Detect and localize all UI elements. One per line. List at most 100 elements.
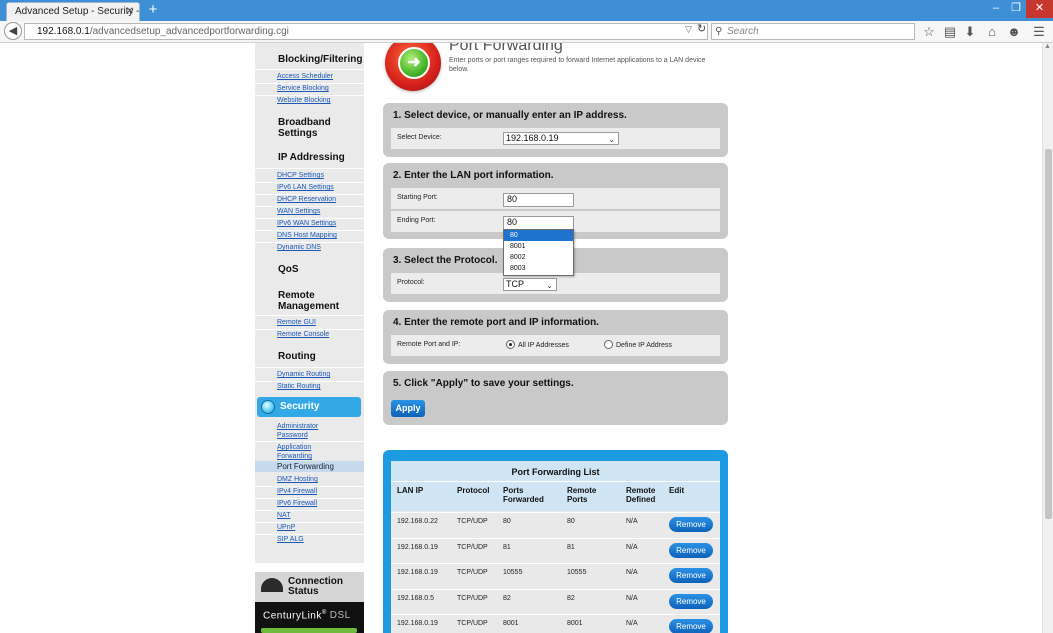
- column-header-protocol: Protocol: [457, 486, 490, 495]
- url-dropdown-icon[interactable]: ▽: [685, 24, 692, 35]
- remove-button[interactable]: Remove: [669, 542, 713, 558]
- protocol-dropdown[interactable]: TCP ⌄: [503, 278, 557, 291]
- column-header-edit: Edit: [669, 486, 685, 495]
- home-icon[interactable]: ⌂: [984, 24, 1000, 40]
- sidebar-heading-security[interactable]: Security: [257, 397, 361, 417]
- step-4-title: 4. Enter the remote port and IP informat…: [393, 317, 599, 328]
- brand-name-text: CenturyLink: [263, 610, 322, 622]
- sidebar-link-dmz-hosting[interactable]: DMZ Hosting: [277, 475, 361, 484]
- table-row: 192.168.0.19 TCP/UDP 8001 8001 N/A Remove: [391, 614, 720, 633]
- new-tab-icon[interactable]: +: [146, 1, 160, 19]
- cell-remote-ports: 10555: [567, 569, 587, 576]
- sidebar-link-port-forwarding[interactable]: Port Forwarding: [255, 461, 364, 472]
- sidebar-link-access-scheduler[interactable]: Access Scheduler: [277, 72, 361, 81]
- tab-close-icon[interactable]: ✕: [126, 3, 134, 20]
- search-input[interactable]: ⚲ Search: [711, 23, 915, 40]
- sidebar-link-dynamic-dns[interactable]: Dynamic DNS: [277, 243, 361, 252]
- suggestion-item[interactable]: 8002: [504, 252, 573, 263]
- ending-port-input[interactable]: 80: [503, 216, 574, 230]
- divider: [255, 441, 364, 442]
- back-icon[interactable]: ◀: [4, 22, 22, 40]
- sidebar-heading-qos: QoS: [278, 264, 299, 275]
- chat-icon[interactable]: ☻: [1006, 24, 1022, 40]
- sidebar-link-nat[interactable]: NAT: [277, 511, 361, 520]
- all-ip-radio[interactable]: [506, 340, 515, 349]
- select-device-dropdown[interactable]: 192.168.0.19 ⌄: [503, 132, 619, 145]
- cell-remote-ports: 8001: [567, 620, 583, 627]
- scroll-thumb[interactable]: [1045, 149, 1052, 519]
- step-1-title: 1. Select device, or manually enter an I…: [393, 110, 627, 121]
- cell-remote-ports: 80: [567, 518, 575, 525]
- cell-remote-defined: N/A: [626, 569, 638, 576]
- chevron-down-icon: ⌄: [608, 135, 615, 144]
- search-placeholder: Search: [727, 26, 759, 37]
- table-row: 192.168.0.5 TCP/UDP 82 82 N/A Remove: [391, 588, 720, 614]
- apply-button[interactable]: Apply: [391, 400, 425, 417]
- sidebar-link-ipv4-firewall[interactable]: IPv4 Firewall: [277, 487, 361, 496]
- sidebar-link-administrator-password[interactable]: Administrator Password: [277, 422, 361, 440]
- starting-port-input[interactable]: 80: [503, 193, 574, 207]
- connection-status-panel[interactable]: Connection Status CenturyLink® DSL: [255, 572, 364, 633]
- step-5-title: 5. Click "Apply" to save your settings.: [393, 378, 574, 389]
- cell-lan-ip: 192.168.0.19: [397, 543, 438, 551]
- download-icon[interactable]: ⬇: [962, 24, 978, 40]
- bookmark-star-icon[interactable]: ☆: [921, 24, 937, 40]
- select-device-value: 192.168.0.19: [506, 133, 559, 143]
- sidebar-link-dynamic-routing[interactable]: Dynamic Routing: [277, 370, 361, 379]
- cell-lan-ip: 192.168.0.19: [397, 620, 438, 627]
- scroll-up-icon[interactable]: ▲: [1044, 43, 1051, 50]
- sidebar-link-dhcp-reservation[interactable]: DHCP Reservation: [277, 195, 361, 204]
- address-bar[interactable]: 192.168.0.1/advancedsetup_advancedportfo…: [24, 23, 708, 40]
- brand-logo: CenturyLink® DSL: [255, 602, 364, 633]
- page-title: Port Forwarding: [449, 43, 563, 54]
- cell-remote-defined: N/A: [626, 543, 638, 551]
- tab-title: Advanced Setup - Security - Ad...: [15, 6, 140, 17]
- suggestion-item[interactable]: 8001: [504, 241, 573, 252]
- starting-port-label: Starting Port:: [397, 194, 438, 201]
- remove-button[interactable]: Remove: [669, 517, 713, 532]
- menu-icon[interactable]: ☰: [1031, 24, 1047, 40]
- page-content: Blocking/Filtering Access Scheduler Serv…: [0, 43, 1053, 633]
- sidebar-link-dhcp-settings[interactable]: DHCP Settings: [277, 171, 361, 180]
- sidebar-link-remote-console[interactable]: Remote Console: [277, 330, 361, 339]
- step-1-panel: 1. Select device, or manually enter an I…: [383, 103, 728, 157]
- sidebar-link-website-blocking[interactable]: Website Blocking: [277, 96, 361, 105]
- remove-button[interactable]: Remove: [669, 593, 713, 609]
- ending-port-label: Ending Port:: [397, 217, 436, 224]
- sidebar-link-wan-settings[interactable]: WAN Settings: [277, 207, 361, 216]
- cell-remote-defined: N/A: [626, 594, 638, 602]
- sidebar-link-service-blocking[interactable]: Service Blocking: [277, 84, 361, 93]
- bookmarks-list-icon[interactable]: ▤: [942, 24, 958, 40]
- cell-protocol: TCP/UDP: [457, 594, 488, 602]
- arrow-icon: ➜: [398, 47, 430, 79]
- page-scrollbar[interactable]: ▲: [1042, 43, 1053, 633]
- suggestion-item[interactable]: 80: [504, 230, 573, 241]
- cell-protocol: TCP/UDP: [457, 620, 488, 627]
- maximize-icon[interactable]: ❐: [1006, 0, 1026, 18]
- reload-icon[interactable]: ↻: [697, 22, 706, 35]
- protocol-value: TCP: [506, 279, 524, 289]
- sidebar-link-upnp[interactable]: UPnP: [277, 523, 361, 532]
- sidebar-link-sip-alg[interactable]: SIP ALG: [277, 535, 361, 544]
- define-ip-radio[interactable]: [604, 340, 613, 349]
- sidebar-link-remote-gui[interactable]: Remote GUI: [277, 318, 361, 327]
- cell-remote-defined: N/A: [626, 518, 638, 525]
- sidebar-link-static-routing[interactable]: Static Routing: [277, 382, 361, 391]
- close-window-icon[interactable]: ✕: [1026, 0, 1053, 18]
- suggestion-item[interactable]: 8003: [504, 263, 573, 274]
- sidebar-link-dns-host-mapping[interactable]: DNS Host Mapping: [277, 231, 361, 240]
- sidebar-link-ipv6-wan-settings[interactable]: IPv6 WAN Settings: [277, 219, 361, 228]
- app-line-1: Application: [277, 444, 312, 451]
- remove-button[interactable]: Remove: [669, 619, 713, 633]
- cell-lan-ip: 192.168.0.19: [397, 569, 438, 576]
- globe-icon: [261, 400, 275, 414]
- minimize-icon[interactable]: –: [986, 0, 1006, 18]
- sidebar-link-ipv6-firewall[interactable]: IPv6 Firewall: [277, 499, 361, 508]
- sidebar-link-application-forwarding[interactable]: Application Forwarding: [277, 443, 361, 461]
- remove-button[interactable]: Remove: [669, 568, 713, 583]
- sidebar-link-ipv6-lan-settings[interactable]: IPv6 LAN Settings: [277, 183, 361, 192]
- table-row: 192.168.0.22 TCP/UDP 80 80 N/A Remove: [391, 512, 720, 537]
- cell-protocol: TCP/UDP: [457, 518, 488, 525]
- sidebar-heading-ip-addressing: IP Addressing: [278, 152, 345, 163]
- browser-tab[interactable]: Advanced Setup - Security - Ad... ✕: [6, 2, 140, 21]
